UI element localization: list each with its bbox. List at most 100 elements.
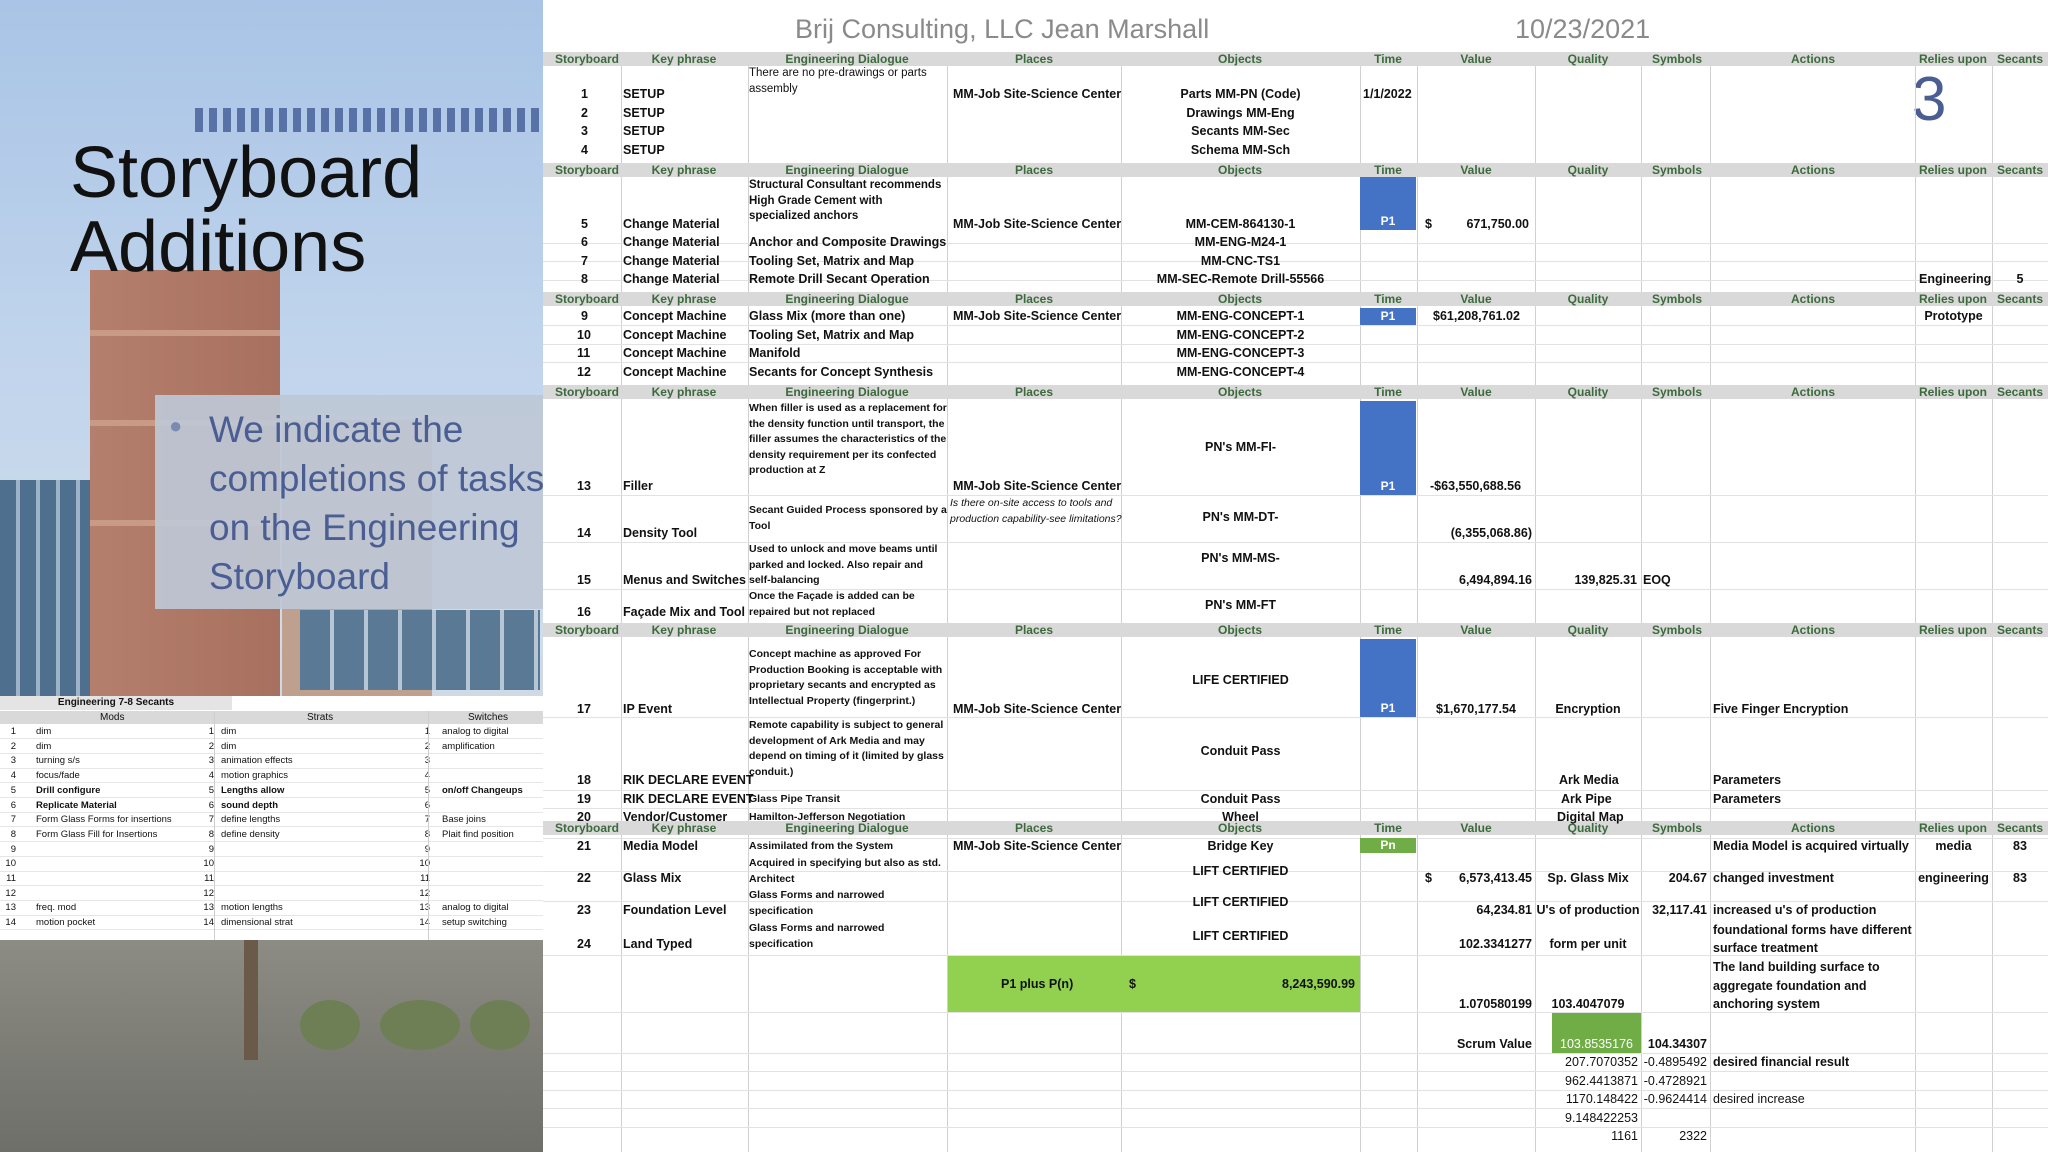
actions-cell: The land building surface to aggregate f… <box>1713 960 1880 1011</box>
row-line <box>543 1127 2048 1128</box>
key-phrase-cell: Change Material <box>623 217 720 231</box>
dialogue-cell: Concept machine as approved For Producti… <box>749 648 943 707</box>
dialogue-cell: Glass Mix (more than one) <box>749 309 906 323</box>
column-header: Time <box>1374 292 1402 306</box>
total-value: 8,243,590.99 <box>1282 977 1355 991</box>
symbols-cell: EOQ <box>1643 573 1671 587</box>
mini-table-row: 12 12 12 <box>0 887 543 901</box>
place-cell: MM-Job Site-Science Center <box>953 87 1122 101</box>
dialogue-cell: Anchor and Composite Drawings <box>749 235 947 249</box>
mini-table-row: 10 10 10 <box>0 857 543 872</box>
value-cell: $61,208,761.02 <box>1433 309 1520 323</box>
column-header: Secants <box>1996 821 2044 835</box>
value-cell: 6,573,413.45 <box>1459 871 1532 885</box>
place-cell: MM-Job Site-Science Center <box>953 217 1122 231</box>
object-cell: LIFT CERTIFIED <box>1192 929 1289 943</box>
mini-cell: Replicate Material <box>36 799 117 811</box>
secants-cell: 83 <box>2013 839 2027 853</box>
object-cell: PN's MM-FI- <box>1204 440 1277 454</box>
storyboard-sheet: P1 P1 P1 P1 Pn Storyboard Key phrase Engin… <box>543 52 2048 1152</box>
key-phrase-cell: SETUP <box>623 124 665 138</box>
mini-cell: animation effects <box>221 755 293 767</box>
row-number: 6 <box>581 235 588 249</box>
dialogue-cell: Remote capability is subject to general … <box>749 719 944 778</box>
place-cell: MM-Job Site-Science Center <box>953 479 1122 493</box>
row-number: 10 <box>577 328 591 342</box>
mini-row-number: 6 <box>208 799 214 811</box>
key-phrase-cell: Land Typed <box>623 937 693 951</box>
dialogue-cell: Glass Forms and narrowed specification <box>749 889 885 917</box>
dialogue-cell: Remote Drill Secant Operation <box>749 272 930 286</box>
mini-row-number: 1 <box>208 726 214 737</box>
mini-row-number: 11 <box>6 873 16 884</box>
column-header: Objects <box>1217 623 1262 637</box>
column-header: Value <box>1460 292 1492 306</box>
quality-cell: 139,825.31 <box>1574 573 1637 587</box>
quality-cell: Ark Media <box>1559 773 1619 787</box>
value-cell: 64,234.81 <box>1476 903 1532 917</box>
mini-cell: sound depth <box>221 799 278 811</box>
mini-row-number: 10 <box>5 858 16 870</box>
row-number: 7 <box>581 254 588 268</box>
mini-row-number: 3 <box>10 755 16 767</box>
scrum-quality: 103.8535176 <box>1560 1037 1633 1051</box>
bullet-text: We indicate the completions of tasks on … <box>209 409 545 597</box>
key-phrase-cell: RIK DECLARE EVENT <box>623 773 754 787</box>
column-header: Value <box>1460 821 1492 835</box>
secants-cell: 83 <box>2013 871 2027 885</box>
row-number: 16 <box>577 605 591 619</box>
mini-cell: motion graphics <box>221 770 289 782</box>
column-header: Actions <box>1790 163 1835 177</box>
mini-table-row: 13 freq. mod 13 motion lengths 13 analog to d… <box>0 901 543 916</box>
column-header: Objects <box>1217 163 1262 177</box>
row-number: 15 <box>577 573 591 587</box>
mini-table-row: 14 motion pocket 14 dimensional strat 14 setu… <box>0 916 543 931</box>
key-phrase-cell: Menus and Switches <box>623 573 746 587</box>
column-header-row: Storyboard Key phrase Engineering Dialogue… <box>543 385 2048 399</box>
mini-row-number: 9 <box>208 843 214 855</box>
column-header-row: Storyboard Key phrase Engineering Dialogue… <box>543 292 2048 306</box>
scrum-symbols: 104.34307 <box>1647 1037 1707 1051</box>
column-header: Places <box>1014 623 1054 637</box>
total-currency: $ <box>1129 977 1136 991</box>
row-number: 12 <box>577 365 591 379</box>
column-header: Quality <box>1567 292 1609 306</box>
row-line <box>543 808 2048 809</box>
object-cell: PN's MM-MS- <box>1201 551 1280 565</box>
row-number: 4 <box>581 143 588 157</box>
object-cell: LIFT CERTIFIED <box>1192 895 1289 909</box>
mini-cell: Form Glass Forms for insertions <box>36 814 172 826</box>
key-phrase-cell: SETUP <box>623 87 665 101</box>
value-cell: 671,750.00 <box>1466 217 1529 231</box>
mini-row-number: 9 <box>10 843 16 855</box>
mini-table-title: Engineering 7-8 Secants <box>0 696 232 710</box>
key-phrase-cell: Change Material <box>623 272 720 286</box>
actions-cell: Media Model is acquired virtually <box>1713 839 1909 853</box>
column-header: Key phrase <box>651 623 717 637</box>
column-header: Secants <box>1996 52 2044 66</box>
column-header: Symbols <box>1651 623 1702 637</box>
column-header: Actions <box>1790 385 1835 399</box>
column-header: Key phrase <box>651 292 717 306</box>
row-line <box>543 344 2048 345</box>
row-line <box>543 325 2048 326</box>
column-header: Time <box>1374 821 1402 835</box>
time-value: Pn <box>1380 838 1396 852</box>
header-company: Brij Consulting, LLC Jean Marshall <box>795 14 1210 44</box>
row-number: 1 <box>581 87 588 101</box>
object-cell: Conduit Pass <box>1200 744 1281 758</box>
column-header: Storyboard <box>554 292 619 306</box>
scrum-label: Scrum Value <box>1456 1037 1532 1051</box>
object-cell: Bridge Key <box>1207 839 1274 853</box>
mini-cell: define lengths <box>221 814 281 826</box>
column-header: Key phrase <box>651 163 717 177</box>
dialogue-cell: Tooling Set, Matrix and Map <box>749 328 915 342</box>
mini-cell: define density <box>221 828 280 840</box>
row-number: 19 <box>577 792 591 806</box>
mini-cell: dim <box>36 726 52 737</box>
place-cell: MM-Job Site-Science Center <box>953 702 1122 716</box>
mini-row-number: 4 <box>208 770 214 782</box>
shrub <box>380 1000 460 1050</box>
dialogue-cell: Glass Forms and narrowed specification <box>749 922 885 950</box>
object-cell: PN's MM-FT <box>1204 598 1277 612</box>
